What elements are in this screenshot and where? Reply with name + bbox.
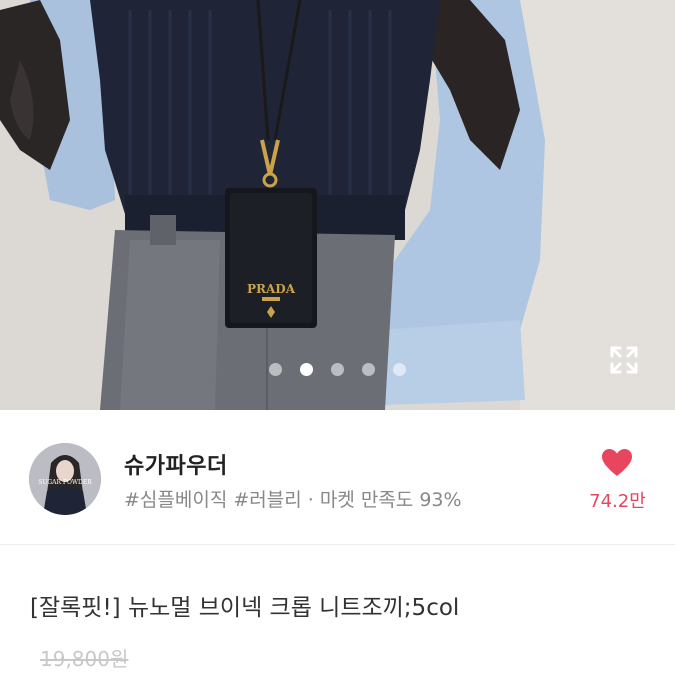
carousel-dot[interactable] (393, 363, 406, 376)
carousel-dot[interactable] (269, 363, 282, 376)
product-title: [잘록핏!] 뉴노멀 브이넥 크롭 니트조끼;5col (30, 595, 460, 621)
carousel-dot[interactable] (362, 363, 375, 376)
heart-icon (602, 449, 632, 476)
seller-avatar[interactable]: SUGAR POWDER (29, 443, 101, 515)
carousel-dot-active[interactable] (300, 363, 313, 376)
seller-name[interactable]: 슈가파우더 (124, 448, 228, 480)
expand-icon (610, 346, 638, 374)
divider (0, 544, 675, 545)
seller-tags: #심플베이직 #러블리 · 마켓 만족도 93% (124, 489, 462, 511)
product-image-carousel[interactable]: PRADA (0, 0, 675, 410)
expand-button[interactable] (606, 342, 642, 378)
carousel-dot[interactable] (331, 363, 344, 376)
product-photo: PRADA (0, 0, 675, 410)
avatar-brand-text: SUGAR POWDER (38, 479, 92, 486)
like-button[interactable]: 74.2만 (570, 444, 665, 524)
original-price: 19,800원 (40, 647, 129, 671)
seller-info: SUGAR POWDER 슈가파우더 #심플베이직 #러블리 · 마켓 만족도 … (0, 410, 675, 544)
like-count: 74.2만 (589, 491, 646, 512)
avatar-image: SUGAR POWDER (29, 443, 101, 515)
prada-logo: PRADA (247, 282, 296, 296)
